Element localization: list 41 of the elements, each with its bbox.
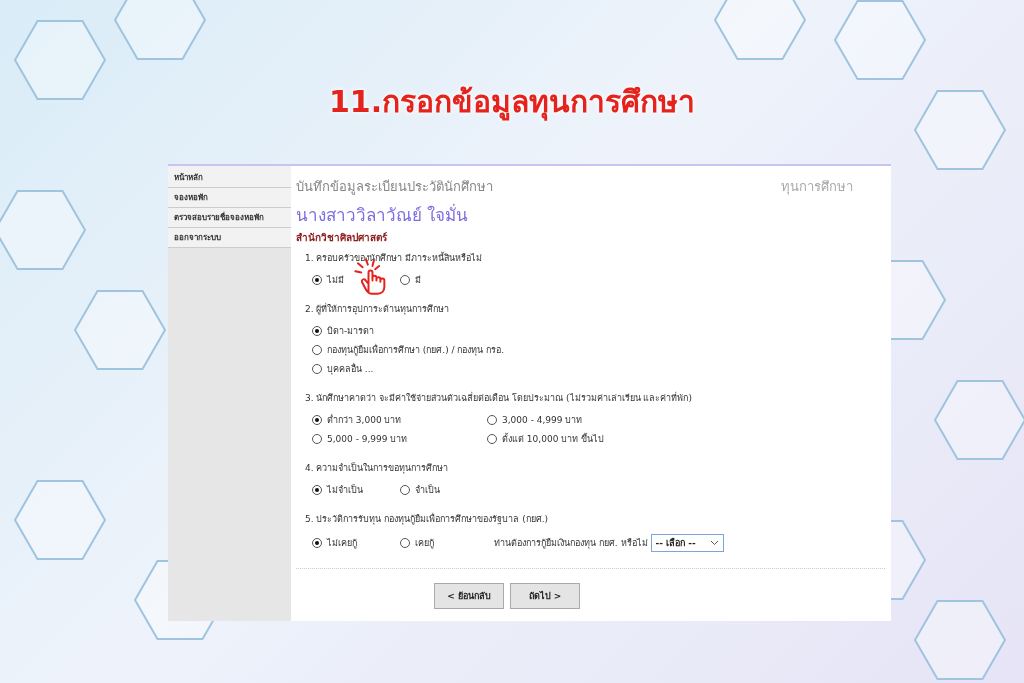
question-label: 2. ผู้ที่ให้การอุปการะด้านทุนการศึกษา <box>305 302 451 316</box>
dropdown[interactable]: -- เลือก -- <box>650 534 724 552</box>
option-label: ไม่มี <box>327 274 344 287</box>
radio-button[interactable] <box>312 434 322 444</box>
section-title: ทุนการศึกษา <box>781 178 853 197</box>
radio-button[interactable] <box>487 434 497 444</box>
question-label: 4. ความจำเป็นในการขอทุนการศึกษา <box>305 461 450 475</box>
question-label: ท่านต้องการกู้ยืมเงินกองทุน กยศ. หรือไม่ <box>494 537 648 550</box>
student-name: นางสาววิลาวัณย์ ใจมั่น <box>296 202 470 227</box>
option-label: มี <box>415 274 421 287</box>
slide-title: 11.กรอกข้อมูลทุนการศึกษา <box>328 83 696 122</box>
radio-button[interactable] <box>312 415 322 425</box>
radio-button[interactable] <box>400 275 410 285</box>
option-label: 5,000 - 9,999 บาท <box>327 433 408 446</box>
option-label: จำเป็น <box>415 483 440 497</box>
nav-button[interactable]: < ย้อนกลับ <box>434 583 504 609</box>
radio-button[interactable] <box>312 538 322 548</box>
radio-button[interactable] <box>312 326 322 336</box>
option-label: ต่ำกว่า 3,000 บาท <box>327 413 402 427</box>
question-label: 1. ครอบครัวของนักศึกษา มีภาระหนี้สินหรือไม่ <box>305 251 484 265</box>
radio-button[interactable] <box>312 485 322 495</box>
option-label: เคยกู้ <box>415 537 434 550</box>
question-label: 5. ประวัติการรับทุน กองทุนกู้ยืมเพื่อการศึกษาของรัฐบาล (กยศ.) <box>305 512 550 526</box>
option-label: บิดา-มารดา <box>327 325 375 338</box>
radio-button[interactable] <box>312 364 322 374</box>
nav-button[interactable]: ถัดไป > <box>510 583 580 609</box>
radio-button[interactable] <box>312 275 322 285</box>
radio-button[interactable] <box>400 485 410 495</box>
radio-button[interactable] <box>312 345 322 355</box>
radio-button[interactable] <box>487 415 497 425</box>
option-label: ไม่เคยกู้ <box>327 537 357 550</box>
radio-button[interactable] <box>400 538 410 548</box>
option-label: บุคคลอื่น ... <box>327 362 374 376</box>
chevron-down-icon <box>709 540 719 546</box>
option-label: ตั้งแต่ 10,000 บาท ขึ้นไป <box>502 432 605 446</box>
option-label: กองทุนกู้ยืมเพื่อการศึกษา (กยศ.) / กองทุน กรอ. <box>327 343 505 357</box>
question-label: 3. นักศึกษาคาดว่า จะมีค่าใช้จ่ายส่วนตัวเฉลี่ยต่อเดือน โดยประมาณ (ไม่รวมค่าเล่าเรียน และค่าที่พัก) <box>305 391 693 405</box>
option-label: 3,000 - 4,999 บาท <box>502 414 583 427</box>
faculty-name: สำนักวิชาศิลปศาสตร์ <box>296 231 388 245</box>
option-label: ไม่จำเป็น <box>327 483 363 497</box>
page-title: บันทึกข้อมูลระเบียนประวัตินักศึกษา <box>296 178 493 197</box>
